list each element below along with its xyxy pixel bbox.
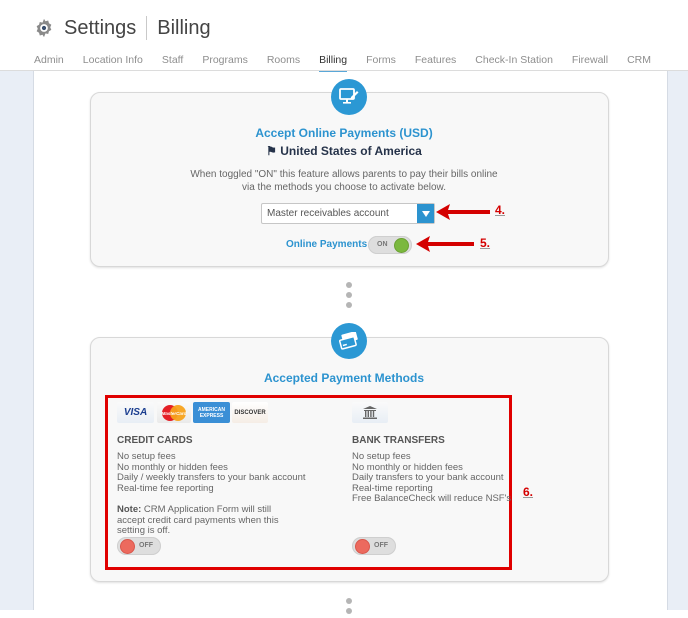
online-payments-title: Accept Online Payments (USD)	[255, 126, 433, 140]
select-dropdown-button[interactable]	[417, 204, 434, 223]
annotation-label-4: 4.	[495, 203, 506, 217]
annotation-arrow-5	[416, 236, 474, 252]
tab-location-info[interactable]: Location Info	[83, 54, 143, 70]
page-header: Settings Billing Admin Location Info Sta…	[0, 0, 688, 72]
payment-methods-title: Accepted Payment Methods	[263, 371, 425, 385]
bank-icon	[352, 402, 388, 423]
online-payments-label: Online Payments	[286, 239, 368, 250]
toggle-state-label: ON	[377, 241, 388, 248]
note-text: CRM Application Form will still accept c…	[117, 504, 279, 537]
feature-item: No setup fees	[352, 451, 411, 462]
connector-dots	[346, 282, 352, 312]
online-payments-toggle[interactable]: ON	[368, 236, 412, 254]
tab-billing[interactable]: Billing	[319, 54, 348, 72]
title-divider	[146, 16, 148, 40]
visa-logo: VISA	[117, 402, 154, 423]
description-line-2: via the methods you choose to activate b…	[241, 182, 446, 193]
online-payments-description: When toggled "ON" this feature allows pa…	[0, 168, 688, 194]
tab-crm[interactable]: CRM	[627, 54, 651, 70]
credit-cards-note: Note: CRM Application Form will still ac…	[117, 504, 287, 537]
tab-firewall[interactable]: Firewall	[572, 54, 608, 70]
flag-icon: ⚑	[266, 144, 277, 158]
page-subtitle: Billing	[157, 16, 211, 39]
gear-icon	[36, 18, 52, 38]
select-value: Master receivables account	[267, 208, 389, 219]
note-label: Note:	[117, 504, 142, 515]
bank-transfers-title: BANK TRANSFERS	[352, 435, 445, 446]
toggle-state-label: OFF	[139, 542, 153, 549]
tab-forms[interactable]: Forms	[366, 54, 396, 70]
settings-tabs: Admin Location Info Staff Programs Rooms…	[34, 54, 670, 72]
receivables-account-select[interactable]: Master receivables account	[261, 203, 435, 224]
svg-text:MasterCard: MasterCard	[162, 411, 187, 416]
connector-dots-bottom	[346, 598, 352, 618]
country-name: United States of America	[280, 144, 422, 158]
bank-transfers-toggle[interactable]: OFF	[352, 537, 396, 555]
toggle-state-label: OFF	[374, 542, 388, 549]
tab-staff[interactable]: Staff	[162, 54, 183, 70]
feature-item: Real-time fee reporting	[117, 482, 214, 494]
country-label: ⚑ United States of America	[0, 144, 688, 158]
mastercard-logo: MasterCard	[157, 402, 191, 423]
tab-features[interactable]: Features	[415, 54, 456, 70]
credit-cards-icon	[331, 323, 367, 359]
annotation-label-5: 5.	[480, 236, 491, 250]
annotation-label-6: 6.	[523, 485, 534, 499]
feature-item: No setup fees	[117, 451, 176, 462]
credit-cards-title: CREDIT CARDS	[117, 435, 193, 446]
annotation-arrow-4	[436, 204, 490, 220]
tab-rooms[interactable]: Rooms	[267, 54, 300, 70]
toggle-knob	[394, 238, 409, 253]
tab-admin[interactable]: Admin	[34, 54, 64, 70]
tab-programs[interactable]: Programs	[202, 54, 248, 70]
amex-logo: AMERICAN EXPRESS	[193, 402, 230, 423]
toggle-knob	[355, 539, 370, 554]
description-line-1: When toggled "ON" this feature allows pa…	[190, 169, 498, 180]
monitor-edit-icon	[331, 79, 367, 115]
page-title-row: Settings Billing	[33, 16, 211, 40]
discover-logo: DISCOVER	[232, 402, 268, 423]
tab-check-in-station[interactable]: Check-In Station	[475, 54, 553, 70]
feature-item: Free BalanceCheck will reduce NSF's	[352, 493, 512, 505]
tabs-divider	[0, 70, 688, 71]
credit-cards-toggle[interactable]: OFF	[117, 537, 161, 555]
toggle-knob	[120, 539, 135, 554]
bank-transfers-features: No setup fees No monthly or hidden fees …	[352, 451, 512, 505]
caret-down-icon	[421, 210, 430, 217]
credit-cards-features: No setup fees No monthly or hidden fees …	[117, 451, 306, 494]
page-title: Settings	[64, 16, 137, 39]
